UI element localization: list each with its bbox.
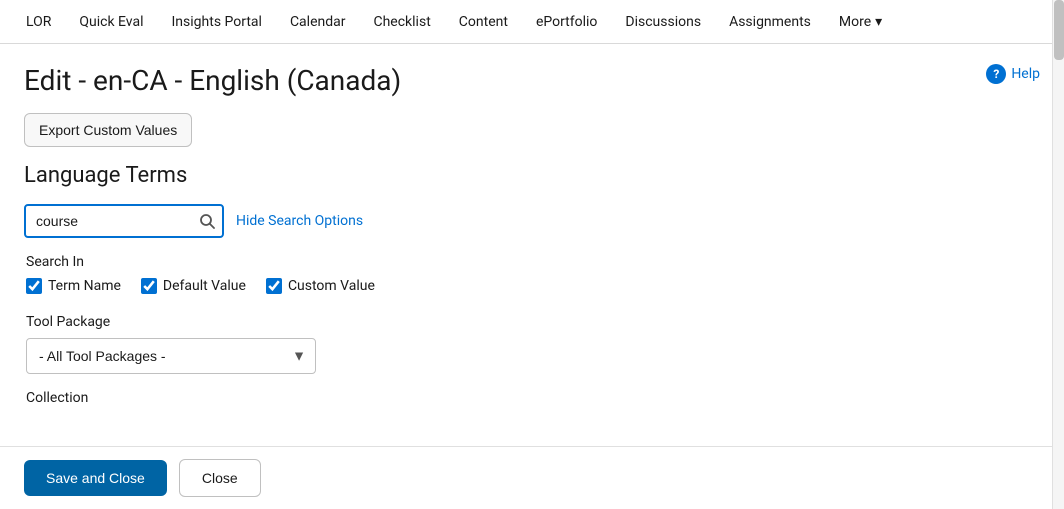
search-button[interactable] — [194, 208, 220, 234]
bottom-bar: Save and Close Close — [0, 446, 1064, 509]
nav-item-checklist[interactable]: Checklist — [359, 0, 444, 44]
nav-item-content[interactable]: Content — [445, 0, 522, 44]
hide-search-options-link[interactable]: Hide Search Options — [236, 213, 363, 229]
search-in-label: Search In — [26, 254, 1040, 270]
tool-package-section: Tool Package - All Tool Packages - Optio… — [26, 314, 1040, 374]
search-icon — [199, 213, 215, 229]
export-custom-values-button[interactable]: Export Custom Values — [24, 113, 192, 147]
checkbox-custom-value[interactable]: Custom Value — [266, 278, 375, 294]
save-and-close-button[interactable]: Save and Close — [24, 460, 167, 496]
checkboxes-row: Term Name Default Value Custom Value — [26, 278, 1040, 294]
checkbox-default-value-label: Default Value — [163, 278, 246, 294]
tool-package-select-wrapper: - All Tool Packages - Option 1 Option 2 … — [26, 338, 316, 374]
section-title: Language Terms — [24, 163, 1040, 188]
page-title: Edit - en-CA - English (Canada) — [24, 64, 401, 97]
checkbox-custom-value-label: Custom Value — [288, 278, 375, 294]
chevron-down-icon: ▾ — [875, 14, 882, 30]
nav-item-assignments[interactable]: Assignments — [715, 0, 825, 44]
checkbox-term-name-label: Term Name — [48, 278, 121, 294]
help-label: Help — [1011, 66, 1040, 82]
checkbox-term-name[interactable]: Term Name — [26, 278, 121, 294]
nav-item-eportfolio[interactable]: ePortfolio — [522, 0, 611, 44]
top-navigation: LOR Quick Eval Insights Portal Calendar … — [0, 0, 1064, 44]
scrollbar[interactable] — [1052, 0, 1064, 509]
close-button[interactable]: Close — [179, 459, 261, 497]
collection-label: Collection — [26, 390, 1040, 406]
search-options: Search In Term Name Default Value Custom… — [26, 254, 1040, 406]
scrollbar-thumb[interactable] — [1054, 0, 1064, 60]
checkbox-default-value[interactable]: Default Value — [141, 278, 246, 294]
checkbox-term-name-input[interactable] — [26, 278, 42, 294]
nav-item-quick-eval[interactable]: Quick Eval — [65, 0, 157, 44]
page-header: Edit - en-CA - English (Canada) ? Help — [24, 64, 1040, 97]
help-link[interactable]: ? Help — [986, 64, 1040, 84]
search-input-wrapper — [24, 204, 224, 238]
search-row: Hide Search Options — [24, 204, 1040, 238]
collection-section: Collection — [26, 390, 1040, 406]
tool-package-label: Tool Package — [26, 314, 1040, 330]
help-icon: ? — [986, 64, 1006, 84]
checkbox-custom-value-input[interactable] — [266, 278, 282, 294]
nav-item-lor[interactable]: LOR — [12, 0, 65, 44]
tool-package-select[interactable]: - All Tool Packages - Option 1 Option 2 — [26, 338, 316, 374]
nav-item-calendar[interactable]: Calendar — [276, 0, 360, 44]
nav-item-discussions[interactable]: Discussions — [611, 0, 715, 44]
nav-item-insights-portal[interactable]: Insights Portal — [158, 0, 276, 44]
checkbox-default-value-input[interactable] — [141, 278, 157, 294]
main-content: Edit - en-CA - English (Canada) ? Help E… — [0, 44, 1064, 446]
nav-item-more[interactable]: More ▾ — [825, 0, 896, 44]
